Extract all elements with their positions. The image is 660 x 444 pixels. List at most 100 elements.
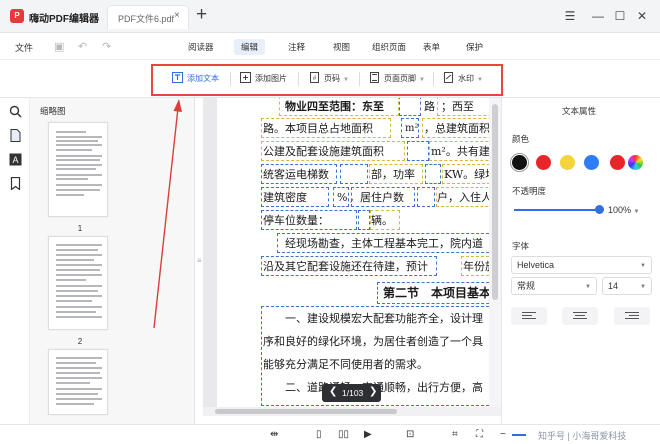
menu-bar: 文件 ▣ ↶ ↷ 阅读器 编辑 注释 视图 组织页面 表单 保护 xyxy=(0,33,660,60)
text-box-outline xyxy=(351,187,415,207)
previous-page-button[interactable]: ❮ xyxy=(329,386,337,397)
tab-edit[interactable]: 编辑 xyxy=(234,39,266,55)
new-tab-button[interactable]: + xyxy=(196,4,207,26)
color-swatch-red[interactable] xyxy=(536,155,551,170)
next-page-button[interactable]: ❯ xyxy=(369,386,377,397)
close-window-button[interactable]: ✕ xyxy=(634,8,650,24)
page-thumbnail-1[interactable] xyxy=(48,122,108,217)
svg-text:A: A xyxy=(12,155,18,165)
page-thumbnail-2[interactable] xyxy=(48,236,108,330)
vertical-scrollbar[interactable] xyxy=(489,98,501,407)
color-swatch-blue[interactable] xyxy=(584,155,599,170)
text-box-outline xyxy=(261,141,405,161)
text-properties-panel: 文本属性 颜色 不透明度 100% ▼ 字体 Helvetica ▼ 常规 ▼ 14… xyxy=(501,98,660,424)
minimize-button[interactable]: — xyxy=(590,8,606,24)
text-box-outline xyxy=(369,164,423,184)
single-page-icon[interactable]: ▯ xyxy=(316,429,322,440)
text-box-outline xyxy=(261,256,437,276)
text-box-outline xyxy=(261,118,391,138)
tab-reader[interactable]: 阅读器 xyxy=(181,39,221,55)
chevron-down-icon: ▼ xyxy=(640,284,646,290)
tab-protect[interactable]: 保护 xyxy=(459,39,490,55)
close-tab-icon[interactable]: × xyxy=(174,10,180,21)
zoom-out-icon[interactable]: − xyxy=(500,429,506,440)
tab-view[interactable]: 视图 xyxy=(326,39,357,55)
app-logo-icon: P xyxy=(10,9,24,23)
horizontal-scrollbar[interactable] xyxy=(203,407,501,416)
text-box-outline xyxy=(425,164,441,184)
font-size-select[interactable]: 14 ▼ xyxy=(602,277,652,295)
vertical-scrollbar-thumb[interactable] xyxy=(492,104,498,300)
text-icon[interactable]: A xyxy=(9,153,22,166)
text-box-outline xyxy=(261,187,329,207)
text-line[interactable]: 二、道路通畅，交通顺畅，出行方便，高 xyxy=(285,379,483,397)
font-style-select[interactable]: 常规 ▼ xyxy=(511,277,597,295)
tab-annotate[interactable]: 注释 xyxy=(281,39,312,55)
align-left-button[interactable] xyxy=(511,307,547,325)
align-center-button[interactable] xyxy=(562,307,598,325)
play-icon[interactable]: ▶ xyxy=(364,429,372,440)
file-menu[interactable]: 文件 xyxy=(15,41,33,54)
page-thumbnail-3[interactable] xyxy=(48,349,108,415)
redo-icon[interactable]: ↷ xyxy=(102,40,111,53)
fit-page-icon[interactable]: ⛶ xyxy=(476,429,483,440)
tab-organize-pages[interactable]: 组织页面 xyxy=(365,39,413,55)
page-navigator: ❮ 1/103 ❯ xyxy=(322,384,381,402)
opacity-slider-handle[interactable] xyxy=(595,205,604,214)
color-label: 颜色 xyxy=(512,134,530,144)
app-window: P 嗨动PDF编辑器 PDF文件6.pdf × + ☰ — ☐ ✕ 文件 ▣ ↶… xyxy=(0,0,660,444)
menu-icon[interactable]: ☰ xyxy=(562,8,578,24)
watermark-text: 知乎号 | 小海哥爱科技 xyxy=(538,431,627,441)
crop-icon[interactable]: ⌗ xyxy=(452,429,458,440)
maximize-button[interactable]: ☐ xyxy=(612,8,628,24)
search-icon[interactable] xyxy=(9,105,22,118)
two-page-icon[interactable]: ▯▯ xyxy=(338,429,349,440)
opacity-value-select[interactable]: 100% ▼ xyxy=(608,205,640,215)
document-page: 物业四至范围：东至 路 ；西至 路。本项目总占地面积 m² ，总建筑面积为 公建… xyxy=(217,98,501,416)
zoom-slider[interactable] xyxy=(512,434,526,436)
color-swatch-black[interactable] xyxy=(512,155,527,170)
text-box-outline xyxy=(370,210,400,230)
custom-color-picker-icon[interactable] xyxy=(628,155,643,170)
text-fragment[interactable]: 路 xyxy=(424,98,435,116)
chevron-down-icon: ▼ xyxy=(640,263,646,269)
chevron-down-icon: ▼ xyxy=(585,284,591,290)
opacity-slider-track[interactable] xyxy=(514,209,600,211)
app-name: 嗨动PDF编辑器 xyxy=(29,14,99,25)
font-family-select[interactable]: Helvetica ▼ xyxy=(511,256,652,274)
document-canvas: 物业四至范围：东至 路 ；西至 路。本项目总占地面积 m² ，总建筑面积为 公建… xyxy=(203,98,501,416)
text-box-outline xyxy=(358,210,370,230)
text-box-outline xyxy=(261,210,357,230)
text-box-outline xyxy=(417,187,435,207)
text-box-outline xyxy=(340,164,368,184)
text-box-outline xyxy=(407,141,429,161)
tab-forms[interactable]: 表单 xyxy=(416,39,447,55)
text-box-outline xyxy=(277,233,501,253)
text-line[interactable]: 序和良好的绿化环境，为居住者创造了一个具 xyxy=(263,333,483,351)
bottom-bar: ⇹ ▯ ▯▯ ▶ ⊡ ⌗ ⛶ − 知乎号 | 小海哥爱科技 xyxy=(0,424,660,444)
bookmark-icon[interactable] xyxy=(9,177,22,190)
undo-icon[interactable]: ↶ xyxy=(78,40,87,53)
thumbnail-number-1: 1 xyxy=(77,224,83,233)
save-icon[interactable]: ▣ xyxy=(54,40,64,53)
horizontal-scrollbar-thumb[interactable] xyxy=(215,409,397,414)
color-swatch-yellow[interactable] xyxy=(560,155,575,170)
font-label: 字体 xyxy=(512,241,530,251)
thumbnail-icon[interactable] xyxy=(9,129,22,142)
font-family-value: Helvetica xyxy=(517,260,555,270)
color-swatch-red-2[interactable] xyxy=(610,155,625,170)
text-line[interactable]: 一、建设规模宏大配套功能齐全，设计理 xyxy=(285,310,483,328)
opacity-value: 100% xyxy=(608,205,632,215)
text-box-outline xyxy=(333,187,349,207)
fit-width-icon[interactable]: ⇹ xyxy=(270,429,278,440)
thumbnail-panel-title: 缩略图 xyxy=(40,106,66,116)
panel-splitter-handle[interactable]: ≡ xyxy=(197,256,202,265)
text-line[interactable]: 能够充分满足不同使用者的需求。 xyxy=(263,356,428,374)
document-tab[interactable]: PDF文件6.pdf × xyxy=(107,5,189,29)
text-box-outline xyxy=(401,118,419,138)
opacity-label: 不透明度 xyxy=(512,186,547,196)
actual-size-icon[interactable]: ⊡ xyxy=(406,429,414,440)
align-right-button[interactable] xyxy=(614,307,650,325)
text-box-outline xyxy=(377,282,501,304)
text-box-outline xyxy=(279,98,399,116)
